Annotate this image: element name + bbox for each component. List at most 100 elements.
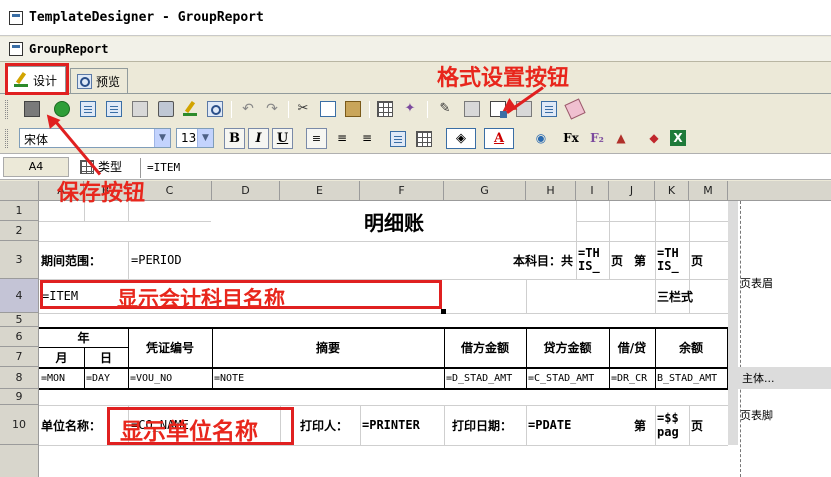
print-date-value[interactable]: =PDATE — [528, 405, 608, 445]
debit-field[interactable]: =D_STAD_AMT — [446, 369, 526, 388]
period-value[interactable]: =PERIOD — [131, 241, 271, 279]
report-title[interactable]: 明细账 — [212, 201, 576, 241]
header-year[interactable]: 年 — [39, 327, 128, 347]
header-dc[interactable]: 借/贷 — [609, 327, 655, 367]
header-debit[interactable]: 借方金额 — [444, 327, 526, 367]
insert-row-icon[interactable] — [464, 101, 480, 117]
italic-button[interactable]: I — [248, 128, 269, 149]
column-header[interactable]: H — [526, 181, 576, 201]
this-field-2[interactable]: =TH IS_ — [657, 243, 688, 277]
print-icon[interactable] — [158, 101, 174, 117]
row-header-selected[interactable]: 4 — [0, 279, 39, 313]
this-field[interactable]: =TH IS_ — [578, 243, 608, 277]
row-header[interactable]: 1 — [0, 201, 39, 221]
form-icon[interactable] — [106, 101, 122, 117]
unit-label[interactable]: 单位名称： — [41, 405, 128, 445]
border-icon[interactable] — [416, 131, 432, 147]
footer-page-field[interactable]: =$$ pag — [657, 407, 689, 443]
pdf-export-icon[interactable]: ◆ — [645, 129, 663, 147]
voucher-field[interactable]: =VOU_NO — [130, 369, 212, 388]
row-header[interactable]: 3 — [0, 241, 39, 279]
row-header[interactable]: 5 — [0, 313, 39, 327]
chevron-down-icon[interactable]: ▼ — [197, 129, 213, 147]
print-preview-icon[interactable] — [207, 101, 223, 117]
dc-field[interactable]: =DR_CR — [611, 369, 655, 388]
row-header[interactable]: 10 — [0, 405, 39, 445]
print-date-label[interactable]: 打印日期： — [452, 405, 526, 445]
row-header[interactable]: 9 — [0, 389, 39, 405]
column-header[interactable]: I — [576, 181, 609, 201]
row-header[interactable]: 6 — [0, 327, 39, 347]
footer-page-unit[interactable]: 页 — [691, 405, 711, 445]
header-balance[interactable]: 余额 — [655, 327, 727, 367]
grid-icon[interactable] — [377, 101, 393, 117]
fill-color-button[interactable]: ◈ — [446, 128, 476, 149]
note-field[interactable]: =NOTE — [214, 369, 314, 388]
row-header[interactable]: 8 — [0, 367, 39, 389]
header-credit[interactable]: 贷方金额 — [526, 327, 609, 367]
section-footer[interactable]: 页表脚 — [740, 405, 773, 425]
eraser-icon[interactable] — [564, 98, 586, 120]
column-header[interactable]: M — [689, 181, 728, 201]
font-size-select[interactable]: 13 ▼ — [176, 128, 214, 148]
column-header[interactable]: D — [212, 181, 280, 201]
excel-export-icon[interactable]: X — [670, 130, 686, 146]
redo-icon[interactable]: ↷ — [264, 101, 280, 117]
column-header[interactable]: E — [280, 181, 360, 201]
column-header[interactable]: K — [655, 181, 689, 201]
subject-label[interactable]: 本科目：共 — [480, 241, 576, 279]
design-pen-icon[interactable] — [182, 101, 198, 117]
formula-input[interactable]: =ITEM — [140, 158, 826, 178]
footer-page-no[interactable]: 第 — [634, 405, 654, 445]
paste-icon[interactable] — [345, 101, 361, 117]
align-left-button[interactable]: ≡ — [306, 128, 327, 149]
globe-icon[interactable]: ◉ — [532, 129, 550, 147]
day-field[interactable]: =DAY — [86, 369, 128, 388]
align-right-icon[interactable]: ≡ — [358, 129, 376, 147]
font-family-select[interactable]: 宋体 ▼ — [19, 128, 171, 148]
header-day[interactable]: 日 — [84, 347, 128, 367]
function-icon[interactable]: F₂ — [588, 129, 606, 147]
properties-icon[interactable] — [541, 101, 557, 117]
wrap-icon[interactable] — [390, 131, 406, 147]
header-voucher[interactable]: 凭证编号 — [128, 327, 212, 367]
page-unit-2[interactable]: 页 — [691, 241, 711, 279]
section-header[interactable]: 页表眉 — [740, 273, 773, 293]
header-month[interactable]: 月 — [39, 347, 84, 367]
printer-label[interactable]: 打印人： — [300, 405, 360, 445]
section-body[interactable]: 主体... — [728, 367, 831, 389]
font-color-button[interactable]: A — [484, 128, 514, 149]
period-label[interactable]: 期间范围： — [41, 241, 127, 279]
copy-icon[interactable] — [320, 101, 336, 117]
tab-preview[interactable]: 预览 — [70, 68, 128, 93]
page-unit[interactable]: 页 — [611, 241, 629, 279]
corner-header[interactable] — [0, 181, 39, 201]
undo-icon[interactable]: ↶ — [240, 101, 256, 117]
page-no-label[interactable]: 第 — [634, 241, 654, 279]
column-header[interactable]: F — [360, 181, 444, 201]
bold-button[interactable]: B — [224, 128, 245, 149]
mon-field[interactable]: =MON — [41, 369, 84, 388]
toolbar-grip[interactable] — [5, 100, 8, 119]
toolbar-grip[interactable] — [5, 129, 8, 148]
cut-icon[interactable]: ✂ — [295, 101, 311, 117]
edit-icon[interactable]: ✎ — [437, 101, 453, 117]
underline-button[interactable]: U — [272, 128, 293, 149]
list-icon[interactable] — [80, 101, 96, 117]
fx-icon[interactable]: Fx — [562, 129, 580, 147]
column-header[interactable]: G — [444, 181, 526, 201]
chevron-down-icon[interactable]: ▼ — [154, 129, 170, 147]
balance-field[interactable]: B_STAD_AMT — [657, 369, 727, 388]
row-header[interactable]: 7 — [0, 347, 39, 367]
tab-design[interactable]: 设计 — [6, 66, 66, 93]
align-center-icon[interactable]: ≡ — [333, 129, 351, 147]
disk-icon[interactable] — [24, 101, 40, 117]
table-icon[interactable] — [132, 101, 148, 117]
column-header[interactable]: J — [609, 181, 655, 201]
wizard-icon[interactable]: ✦ — [402, 101, 418, 117]
header-summary[interactable]: 摘要 — [212, 327, 444, 367]
row-header[interactable]: 2 — [0, 221, 39, 241]
cell-reference[interactable]: A4 — [3, 157, 69, 177]
printer-value[interactable]: =PRINTER — [362, 405, 444, 445]
stamp-icon[interactable]: ▲ — [612, 129, 630, 147]
